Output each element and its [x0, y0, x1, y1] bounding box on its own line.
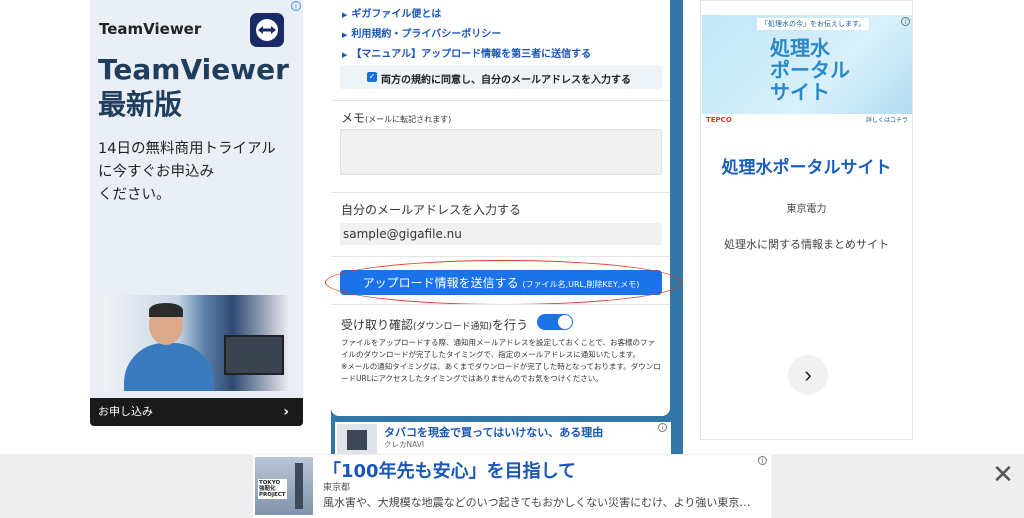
divider: [331, 100, 670, 101]
receipt-confirm-label: 受け取り確認(ダウンロード通知)を行う: [341, 318, 529, 332]
ad-banner-image[interactable]: 「処理水の今」をお伝えします。 処理水 ポータル サイト i TEPCO 詳しく…: [702, 15, 912, 125]
ad-info-icon[interactable]: i: [901, 17, 910, 26]
memo-label: メモ(メールに転記されます): [341, 111, 452, 125]
treated-water-ad[interactable]: 「処理水の今」をお伝えします。 処理水 ポータル サイト i TEPCO 詳しく…: [700, 0, 913, 440]
ad-brand-name: TeamViewer: [99, 20, 202, 38]
ad-headline: TeamViewer 最新版: [98, 53, 289, 121]
link-terms-privacy[interactable]: ▶ 利用規約・プライバシーポリシー: [342, 25, 501, 40]
checkbox-checked-icon[interactable]: ✓: [367, 72, 377, 82]
divider: [331, 304, 670, 305]
ad-source: 東京電力: [786, 204, 827, 215]
email-input[interactable]: [340, 223, 662, 245]
agree-terms-label: 両方の規約に同意し、自分のメールアドレスを入力する: [381, 75, 631, 86]
send-upload-info-button[interactable]: アップロード情報を送信する (ファイル名,URL,削除KEY,メモ): [340, 270, 662, 295]
ad-info-icon[interactable]: i: [658, 423, 667, 432]
ad-description: 処理水に関する情報まとめサイト: [724, 238, 889, 251]
agree-terms-checkbox-row[interactable]: ✓ 両方の規約に同意し、自分のメールアドレスを入力する: [340, 65, 662, 89]
tokyo-resilience-ad[interactable]: TOKYO 強靭化 PROJECT 「100年先も安心」を目指して 東京都 風水…: [253, 455, 771, 518]
triangle-bullet-icon: ▶: [342, 51, 348, 59]
ad-source: 東京都: [323, 483, 351, 493]
ad-title: タバコを現金で買ってはいけない、ある理由: [384, 426, 604, 439]
chevron-right-icon[interactable]: ›: [788, 355, 828, 395]
ad-title[interactable]: 処理水ポータルサイト: [701, 153, 912, 178]
triangle-bullet-icon: ▶: [342, 11, 348, 19]
receipt-confirm-toggle[interactable]: [537, 314, 573, 330]
memo-textarea[interactable]: [340, 129, 662, 175]
ad-body-text: 14日の無料商用トライアル に今すぐお申込み ください。: [98, 141, 276, 203]
ad-description: 風水害や、大規模な地震などのいつ起きてもおかしくない災害にむけ、より強い東京…: [323, 497, 751, 509]
ad-source: クレカNAVI: [384, 440, 425, 449]
ad-thumbnail: [337, 424, 377, 458]
ad-photo: [104, 295, 288, 391]
ad-apply-button[interactable]: お申し込み ›: [90, 398, 303, 426]
ad-info-icon[interactable]: i: [758, 456, 767, 465]
chevron-right-icon: ›: [283, 404, 289, 420]
triangle-bullet-icon: ▶: [342, 31, 348, 39]
ad-apply-label: お申し込み: [98, 405, 153, 418]
receipt-description: ファイルをアップロードする際、通知用メールアドレスを設定しておくことで、お客様の…: [341, 338, 661, 383]
teamviewer-logo-icon: [250, 13, 284, 47]
link-manual-send[interactable]: ▶ 【マニュアル】アップロード情報を第三者に送信する: [342, 45, 591, 60]
close-icon[interactable]: ✕: [990, 462, 1016, 488]
link-about-gigafile[interactable]: ▶ ギガファイル便とは: [342, 5, 441, 20]
ad-thumbnail: TOKYO 強靭化 PROJECT: [255, 457, 313, 515]
divider: [331, 256, 670, 257]
divider: [331, 192, 670, 193]
email-label: 自分のメールアドレスを入力する: [341, 203, 522, 217]
teamviewer-ad[interactable]: i TeamViewer TeamViewer 最新版 14日の無料商用トライア…: [90, 0, 303, 426]
adchoices-icon[interactable]: i: [291, 1, 301, 11]
ad-headline: 「100年先も安心」を目指して: [323, 461, 577, 482]
tepco-logo: TEPCO: [706, 116, 732, 124]
